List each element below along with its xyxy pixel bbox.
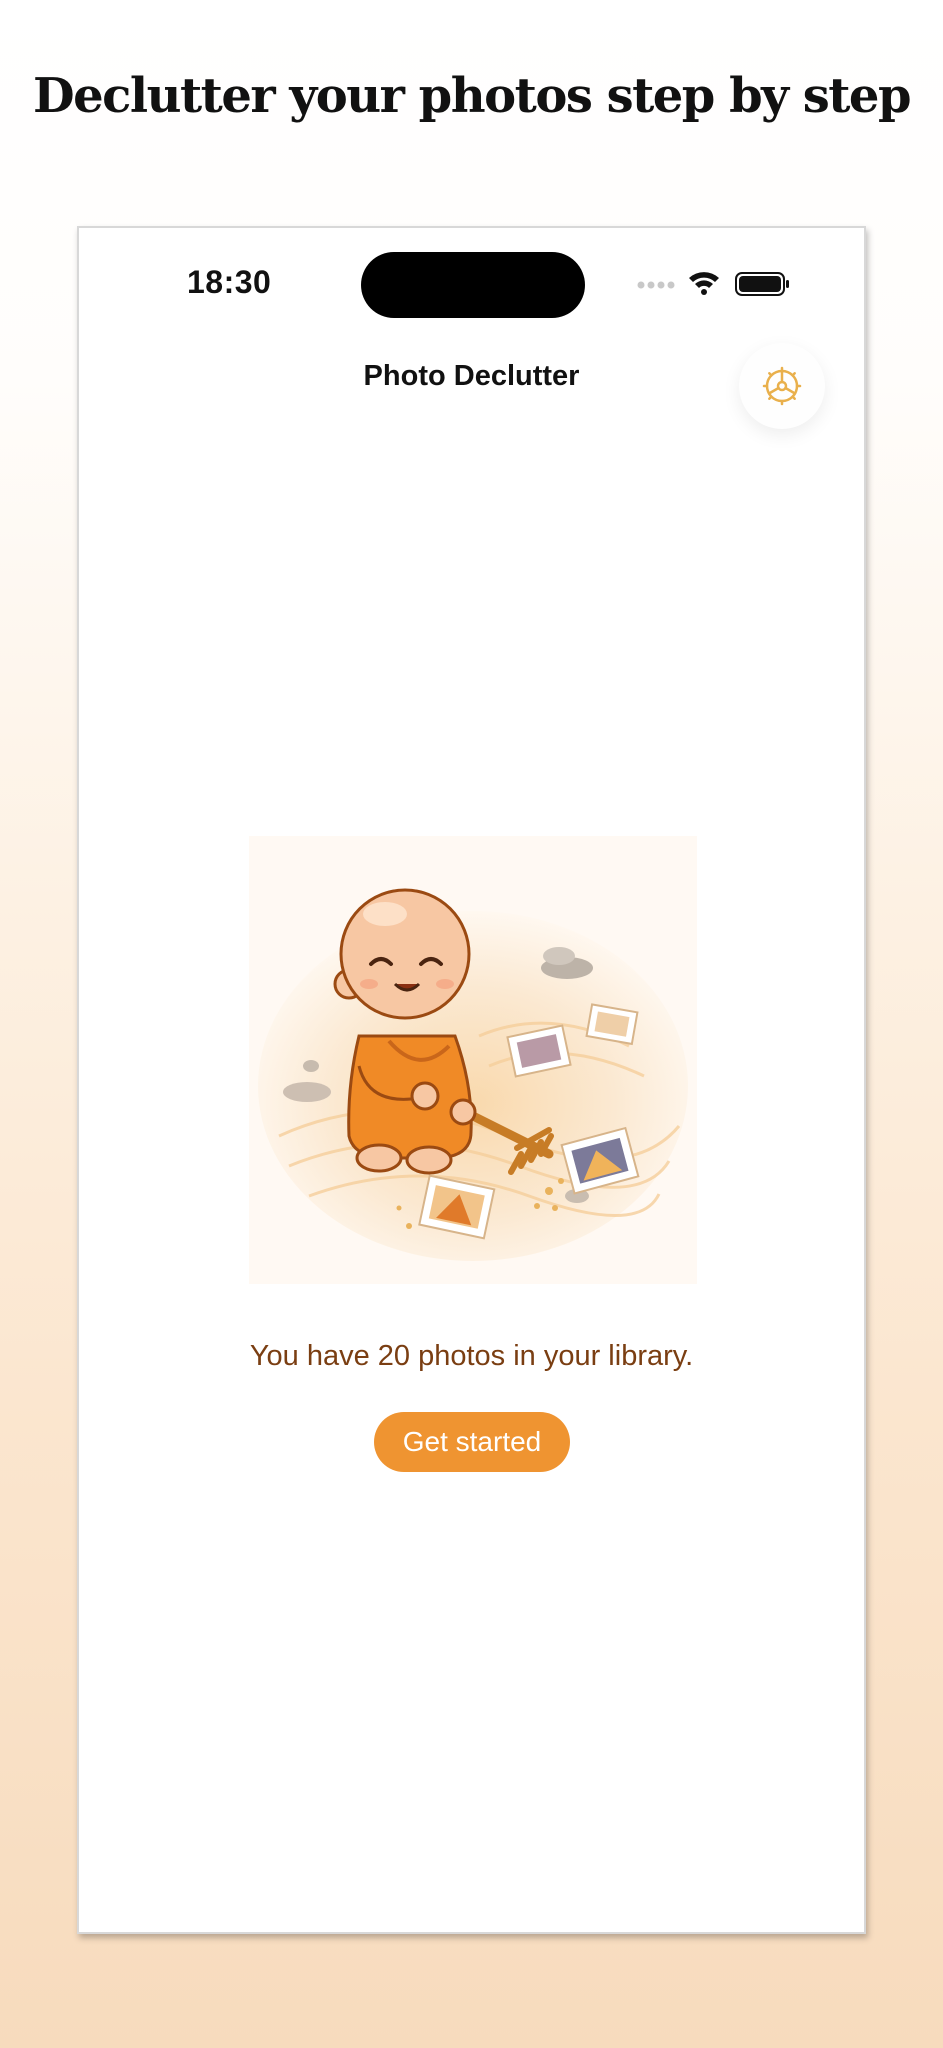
get-started-button[interactable]: Get started (374, 1412, 570, 1472)
status-time: 18:30 (187, 264, 272, 300)
dynamic-island (361, 252, 585, 318)
marketing-headline: Declutter your photos step by step (32, 68, 912, 124)
phone-screen: 18:30 Photo Declutter You have 20 photos… (77, 226, 866, 1934)
status-icons (637, 272, 789, 296)
gear-icon (762, 366, 802, 406)
monk-illustration (249, 836, 697, 1284)
signal-icon (637, 281, 675, 289)
settings-button[interactable] (739, 343, 825, 429)
photo-count-text: You have 20 photos in your library. (249, 1340, 694, 1372)
battery-icon (735, 272, 789, 296)
wifi-icon (689, 272, 719, 295)
